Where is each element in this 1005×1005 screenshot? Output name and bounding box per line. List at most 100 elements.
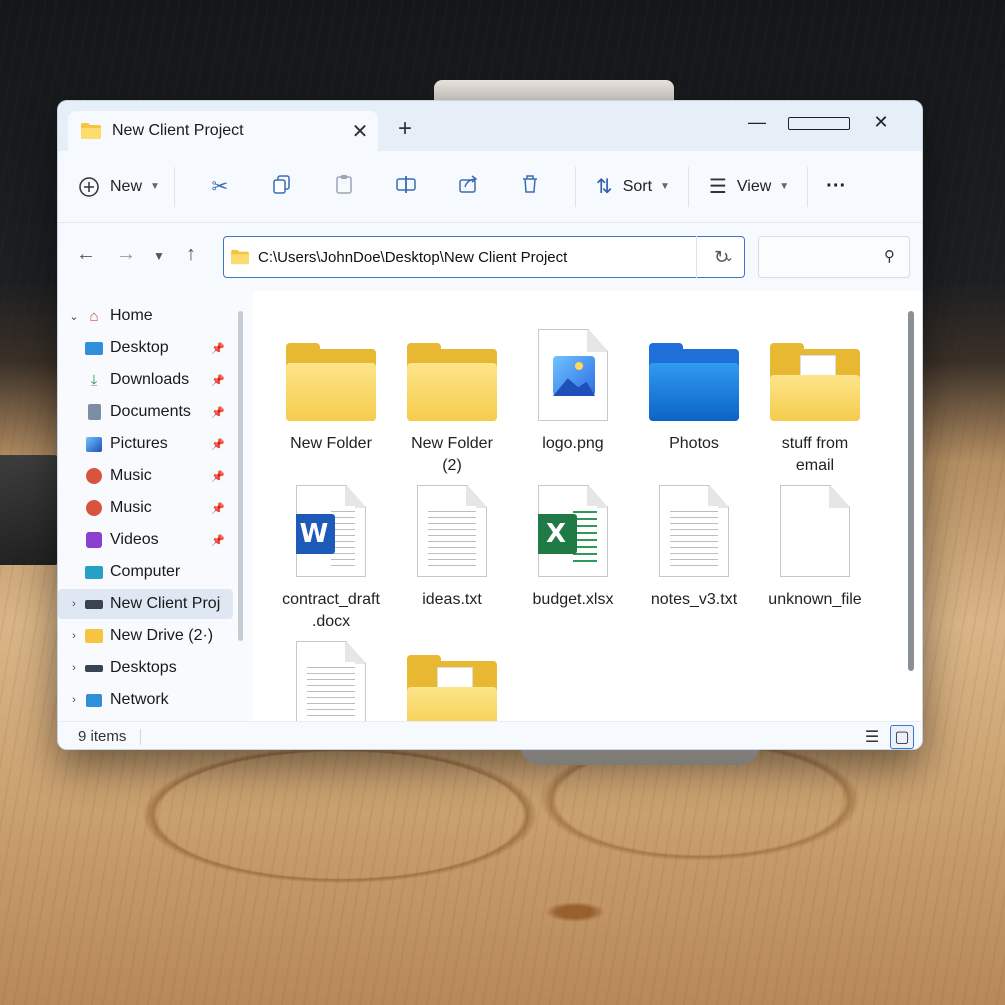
- details-view-icon[interactable]: ☰: [860, 725, 884, 749]
- chevron-down-icon[interactable]: ⌄: [64, 310, 84, 323]
- home-icon: ⌂: [89, 307, 99, 325]
- sidebar-item-new-drive[interactable]: › New Drive (2·): [58, 621, 233, 651]
- view-button[interactable]: ☰ View ▼: [709, 174, 789, 199]
- drive-icon: [84, 659, 104, 677]
- file-item[interactable]: logo.png: [513, 321, 633, 455]
- text-file-icon: [271, 633, 391, 721]
- videos-icon: [84, 531, 104, 549]
- rename-icon[interactable]: [375, 173, 437, 201]
- chevron-right-icon[interactable]: ›: [64, 630, 84, 642]
- sidebar-item-downloads[interactable]: ⤓ Downloads 📌: [58, 365, 233, 395]
- music-icon: [84, 499, 104, 517]
- sidebar-scrollbar[interactable]: [238, 311, 243, 641]
- blank-file-icon: [755, 477, 875, 577]
- file-explorer-window: New Client Project ✕ + — ✕ New ▼ ✂ ⇅ Sor…: [57, 100, 923, 750]
- pin-icon[interactable]: 📌: [211, 406, 225, 419]
- up-arrow-icon[interactable]: ↑: [186, 243, 196, 266]
- chevron-right-icon[interactable]: ›: [64, 662, 84, 674]
- close-tab-icon[interactable]: ✕: [342, 119, 378, 144]
- network-icon: [84, 691, 104, 709]
- desktop-icon: [84, 339, 104, 357]
- search-input[interactable]: ⚲: [758, 236, 910, 278]
- maximize-button[interactable]: [788, 107, 850, 137]
- copy-icon[interactable]: [251, 173, 313, 201]
- sidebar-item-home[interactable]: ⌄ ⌂ Home: [58, 301, 233, 331]
- large-icons-view-icon[interactable]: ▢: [890, 725, 914, 749]
- chevron-right-icon[interactable]: ›: [64, 598, 84, 610]
- file-item[interactable]: New Folder: [271, 321, 391, 455]
- sidebar-item-desktops[interactable]: › Desktops: [58, 653, 233, 683]
- file-item[interactable]: stuff from email: [755, 321, 875, 477]
- image-file-icon: [513, 321, 633, 421]
- chevron-down-icon: ▼: [779, 181, 790, 192]
- sort-button[interactable]: ⇅ Sort ▼: [596, 174, 670, 199]
- excel-spreadsheet-icon: X: [513, 477, 633, 577]
- pin-icon[interactable]: 📌: [211, 438, 225, 451]
- divider: [140, 728, 142, 745]
- more-options-button[interactable]: ···: [826, 175, 846, 198]
- sidebar-item-computer[interactable]: Computer: [58, 557, 233, 587]
- navigation-pane: ⌄ ⌂ Home Desktop 📌 ⤓ Downloads 📌 Documen…: [58, 291, 253, 721]
- new-tab-button[interactable]: +: [398, 115, 412, 143]
- new-button[interactable]: New ▼: [78, 176, 160, 198]
- sidebar-item-documents[interactable]: Documents 📌: [58, 397, 233, 427]
- computer-icon: [84, 563, 104, 581]
- status-bar: 9 items ☰ ▢: [58, 721, 922, 749]
- file-item[interactable]: unknown_file: [755, 477, 875, 611]
- cut-icon[interactable]: ✂: [189, 174, 251, 199]
- pin-icon[interactable]: 📌: [211, 374, 225, 387]
- address-path[interactable]: C:\Users\JohnDoe\Desktop\New Client Proj…: [258, 249, 714, 266]
- minimize-button[interactable]: —: [726, 107, 788, 137]
- download-icon: ⤓: [90, 371, 98, 389]
- search-icon: ⚲: [884, 248, 895, 265]
- pin-icon[interactable]: 📌: [211, 534, 225, 547]
- explorer-body: ⌄ ⌂ Home Desktop 📌 ⤓ Downloads 📌 Documen…: [58, 291, 922, 721]
- text-file-icon: [634, 477, 754, 577]
- sidebar-item-network[interactable]: › Network: [58, 685, 233, 715]
- divider: [687, 166, 689, 207]
- file-item[interactable]: notes_v3.txt: [634, 477, 754, 611]
- file-item[interactable]: [392, 633, 512, 721]
- file-item[interactable]: [271, 633, 391, 721]
- refresh-icon[interactable]: ↻: [696, 236, 746, 278]
- plus-circle-icon: [79, 176, 99, 197]
- sidebar-item-music-2[interactable]: Music 📌: [58, 493, 233, 523]
- divider: [574, 166, 576, 207]
- address-bar[interactable]: C:\Users\JohnDoe\Desktop\New Client Proj…: [223, 236, 745, 278]
- share-icon[interactable]: [437, 173, 499, 201]
- documents-icon: [84, 403, 104, 421]
- window-controls: — ✕: [726, 107, 912, 137]
- file-item[interactable]: W contract_draft .docx: [271, 477, 391, 633]
- close-window-button[interactable]: ✕: [850, 107, 912, 137]
- file-item[interactable]: Photos: [634, 321, 754, 455]
- sidebar-item-desktop[interactable]: Desktop 📌: [58, 333, 233, 363]
- paste-icon[interactable]: [313, 173, 375, 201]
- folder-icon: [271, 321, 391, 421]
- sort-label: Sort: [622, 177, 653, 195]
- back-arrow-icon[interactable]: ←: [76, 243, 96, 266]
- file-item[interactable]: ideas.txt: [392, 477, 512, 611]
- drive-icon: [84, 595, 104, 613]
- chevron-down-icon: ▼: [660, 181, 670, 192]
- photos-folder-icon: [634, 321, 754, 421]
- pin-icon[interactable]: 📌: [211, 470, 225, 483]
- file-item[interactable]: New Folder (2): [392, 321, 512, 477]
- delete-icon[interactable]: [499, 173, 561, 201]
- forward-arrow-icon[interactable]: →: [116, 243, 136, 266]
- side-object: [0, 455, 60, 565]
- sidebar-item-pictures[interactable]: Pictures 📌: [58, 429, 233, 459]
- folder-icon: [392, 321, 512, 421]
- content-scrollbar[interactable]: [908, 311, 914, 671]
- file-item[interactable]: X budget.xlsx: [513, 477, 633, 611]
- sidebar-item-new-client-project[interactable]: › New Client Proj: [58, 589, 233, 619]
- pin-icon[interactable]: 📌: [211, 342, 225, 355]
- pin-icon[interactable]: 📌: [211, 502, 225, 515]
- sidebar-item-music[interactable]: Music 📌: [58, 461, 233, 491]
- word-document-icon: W: [271, 477, 391, 577]
- title-bar: New Client Project ✕ + — ✕: [58, 101, 922, 151]
- recent-locations-chevron-icon[interactable]: ▼: [153, 249, 165, 263]
- tab-new-client-project[interactable]: New Client Project ✕: [68, 111, 378, 151]
- chevron-right-icon[interactable]: ›: [64, 694, 84, 706]
- command-bar: New ▼ ✂ ⇅ Sort ▼ ☰ View ▼ ···: [58, 151, 922, 223]
- sidebar-item-videos[interactable]: Videos 📌: [58, 525, 233, 555]
